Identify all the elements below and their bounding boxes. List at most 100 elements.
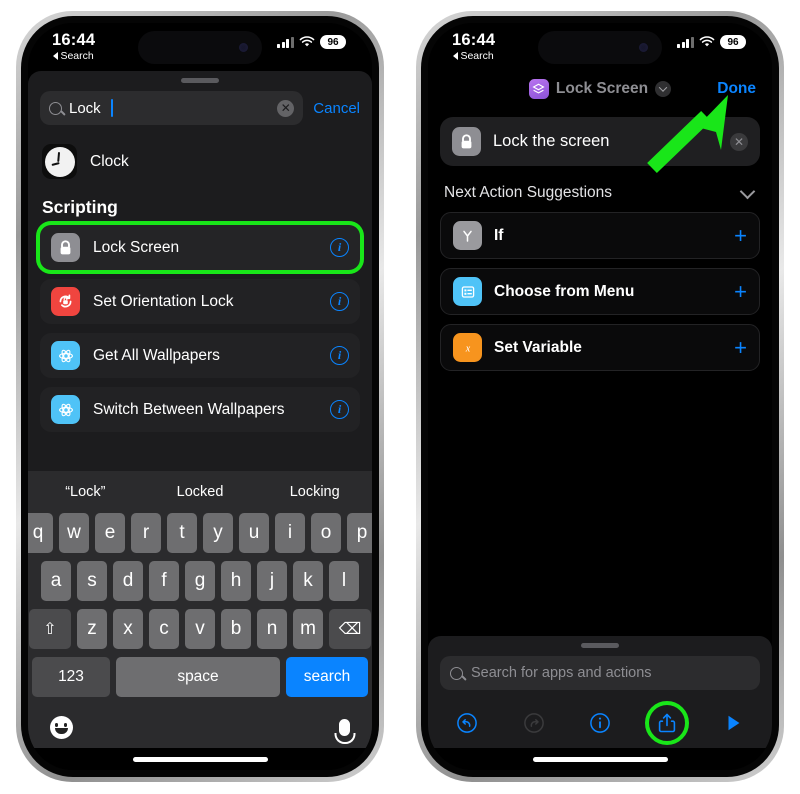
key-q[interactable]: q (28, 513, 53, 553)
info-icon[interactable]: i (330, 346, 349, 365)
key-w[interactable]: w (59, 513, 89, 553)
keyboard-row-3: ⇧ z x c v b n m ⌫ (28, 609, 372, 657)
search-results: Clock Scripting Lock Screen i Set Orient… (28, 135, 372, 471)
emoji-icon[interactable] (50, 715, 73, 739)
key-d[interactable]: d (113, 561, 143, 601)
action-row-set-orientation-lock[interactable]: Set Orientation Lock i (40, 279, 360, 324)
info-icon[interactable] (587, 710, 613, 736)
battery-indicator: 96 (320, 35, 346, 49)
key-m[interactable]: m (293, 609, 323, 649)
undo-icon[interactable] (454, 710, 480, 736)
done-button[interactable]: Done (717, 80, 756, 98)
space-key[interactable]: space (116, 657, 280, 697)
wallpaper-icon (51, 395, 80, 424)
editor-toolbar (428, 702, 772, 748)
app-result-clock[interactable]: Clock (40, 135, 360, 191)
chevron-down-icon[interactable] (655, 81, 672, 97)
add-action-button[interactable]: + (734, 336, 747, 359)
info-icon[interactable]: i (330, 400, 349, 419)
key-p[interactable]: p (347, 513, 372, 553)
numbers-key[interactable]: 123 (32, 657, 110, 697)
status-right-group: 96 (677, 35, 746, 49)
key-s[interactable]: s (77, 561, 107, 601)
prediction-2[interactable]: Locking (257, 484, 372, 500)
backspace-icon[interactable]: ⌫ (329, 609, 371, 649)
shift-icon[interactable]: ⇧ (29, 609, 71, 649)
suggestion-row-choose-from-menu[interactable]: Choose from Menu + (440, 268, 760, 315)
suggestion-row-if[interactable]: If + (440, 212, 760, 259)
search-input[interactable]: Lock ✕ (40, 91, 304, 125)
home-indicator-left (28, 748, 372, 770)
prediction-0[interactable]: “Lock” (28, 484, 143, 500)
key-r[interactable]: r (131, 513, 161, 553)
key-i[interactable]: i (275, 513, 305, 553)
remove-step-button[interactable]: ✕ (730, 132, 748, 151)
key-j[interactable]: j (257, 561, 287, 601)
key-k[interactable]: k (293, 561, 323, 601)
wifi-icon (699, 36, 715, 47)
key-a[interactable]: a (41, 561, 71, 601)
status-right-group: 96 (277, 35, 346, 49)
play-icon[interactable] (720, 710, 746, 736)
action-step-lock-the-screen[interactable]: Lock the screen ✕ (440, 117, 760, 166)
status-left-group: 16:44 Search (452, 32, 495, 61)
action-row-get-all-wallpapers[interactable]: Get All Wallpapers i (40, 333, 360, 378)
key-l[interactable]: l (329, 561, 359, 601)
panel-grabber[interactable] (581, 643, 619, 648)
status-back-link[interactable]: Search (453, 50, 494, 62)
shortcut-title-group[interactable]: Lock Screen (528, 79, 672, 99)
lock-icon (51, 233, 80, 262)
action-row-switch-between-wallpapers[interactable]: Switch Between Wallpapers i (40, 387, 360, 432)
right-phone: 16:44 Search 96 Lock Screen Done Lock th… (406, 0, 794, 794)
keyboard-bottom-row (28, 704, 372, 746)
add-action-button[interactable]: + (734, 280, 747, 303)
share-icon[interactable] (654, 710, 680, 736)
left-content-area: Lock ✕ Cancel Clock Scripting Lock Scree… (28, 71, 372, 748)
action-row-lock-screen[interactable]: Lock Screen i (40, 225, 360, 270)
screenshot-stage: 16:44 Search 96 Lock ✕ Cancel Clock Scri… (0, 0, 800, 794)
cancel-button[interactable]: Cancel (313, 100, 360, 117)
status-back-link[interactable]: Search (53, 50, 94, 62)
suggestion-row-set-variable[interactable]: x Set Variable + (440, 324, 760, 371)
key-h[interactable]: h (221, 561, 251, 601)
key-b[interactable]: b (221, 609, 251, 649)
apps-actions-search-input[interactable]: Search for apps and actions (440, 656, 760, 690)
step-label: Lock the screen (493, 132, 610, 150)
wifi-icon (299, 36, 315, 47)
suggestion-label: Choose from Menu (494, 282, 635, 300)
phone-frame-left: 16:44 Search 96 Lock ✕ Cancel Clock Scri… (16, 11, 384, 782)
key-u[interactable]: u (239, 513, 269, 553)
key-n[interactable]: n (257, 609, 287, 649)
key-g[interactable]: g (185, 561, 215, 601)
suggestions-title: Next Action Suggestions (444, 184, 613, 201)
add-action-button[interactable]: + (734, 224, 747, 247)
key-x[interactable]: x (113, 609, 143, 649)
key-c[interactable]: c (149, 609, 179, 649)
clear-search-button[interactable]: ✕ (277, 99, 295, 117)
key-t[interactable]: t (167, 513, 197, 553)
chevron-down-icon[interactable] (739, 183, 756, 199)
key-o[interactable]: o (311, 513, 341, 553)
front-camera-icon (239, 43, 248, 52)
suggestions-header[interactable]: Next Action Suggestions (440, 166, 760, 212)
text-caret (110, 99, 113, 117)
suggestion-label: If (494, 226, 504, 244)
keyboard-row-4: 123 space search (28, 657, 372, 704)
prediction-1[interactable]: Locked (143, 484, 258, 500)
sheet-grabber[interactable] (181, 78, 219, 83)
key-v[interactable]: v (185, 609, 215, 649)
action-label: Get All Wallpapers (93, 346, 220, 364)
lock-icon (452, 127, 481, 156)
info-icon[interactable]: i (330, 292, 349, 311)
key-e[interactable]: e (95, 513, 125, 553)
status-left-group: 16:44 Search (52, 32, 95, 61)
search-key[interactable]: search (286, 657, 368, 697)
search-row: Lock ✕ Cancel (28, 87, 372, 135)
key-y[interactable]: y (203, 513, 233, 553)
key-f[interactable]: f (149, 561, 179, 601)
info-icon[interactable]: i (330, 238, 349, 257)
microphone-icon[interactable] (339, 718, 350, 736)
key-z[interactable]: z (77, 609, 107, 649)
status-bar-right: 16:44 Search 96 (428, 23, 772, 71)
status-time: 16:44 (452, 31, 496, 49)
